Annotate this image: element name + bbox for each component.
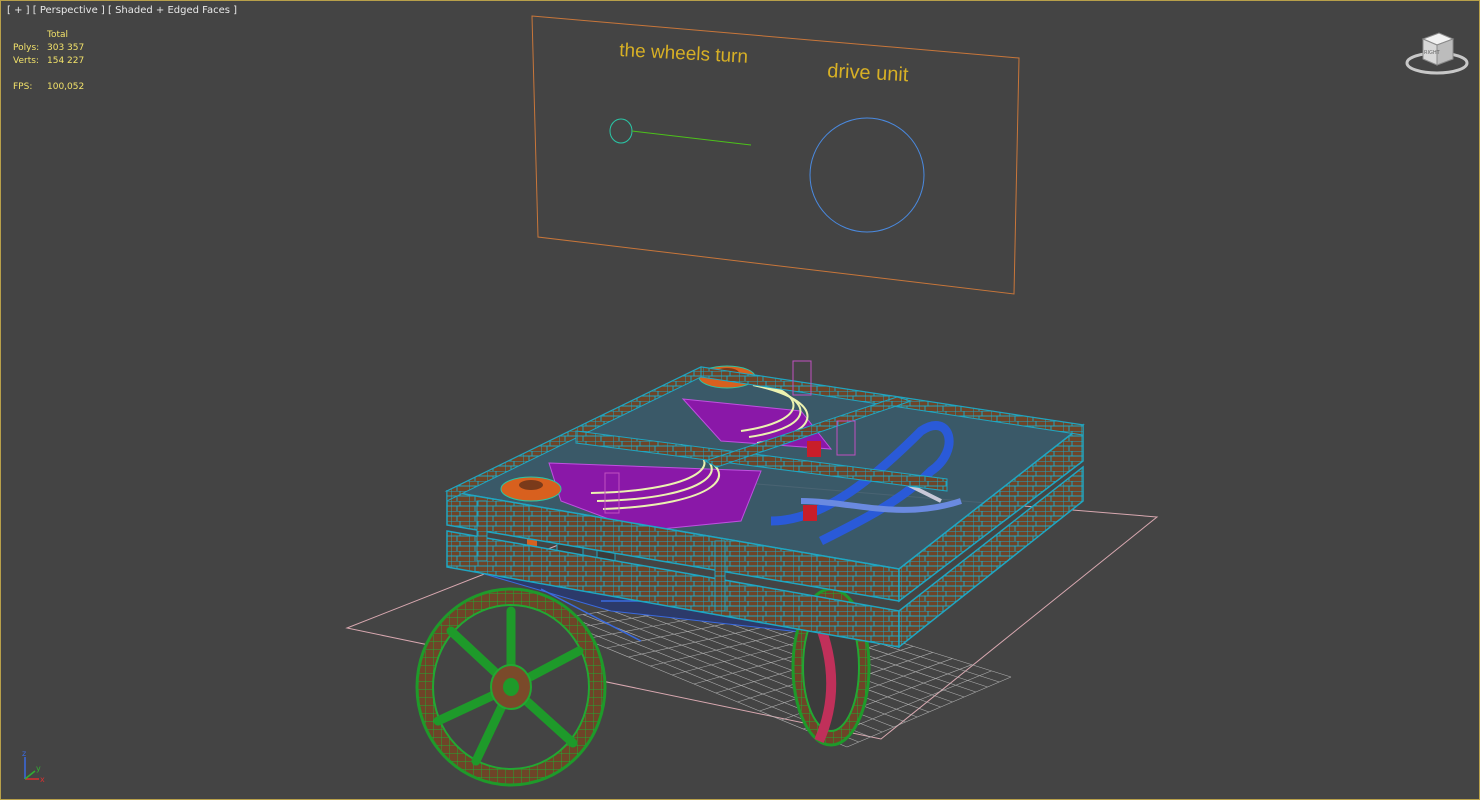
cart-model[interactable] — [415, 360, 1085, 787]
wheel-marker-circle[interactable] — [609, 118, 633, 144]
board-text-drive-unit: drive unit — [827, 60, 910, 86]
perspective-viewport[interactable]: [ + ] [ Perspective ] [ Shaded + Edged F… — [0, 0, 1480, 800]
axis-x-label: x — [40, 775, 45, 784]
viewcube-icon[interactable]: RIGHT — [1405, 27, 1469, 77]
front-left-wheel[interactable] — [415, 587, 607, 787]
drive-unit-circle[interactable] — [809, 117, 925, 233]
axis-y-label: y — [36, 764, 41, 773]
annotation-board[interactable]: the wheels turn drive unit — [531, 15, 1020, 295]
gear-bottom[interactable] — [500, 476, 562, 502]
viewcube-face-label: RIGHT — [1424, 50, 1441, 56]
scene-canvas[interactable]: the wheels turn drive unit — [1, 1, 1479, 799]
board-text-wheels-turn: the wheels turn — [619, 40, 749, 68]
wheel-marker-line[interactable] — [631, 130, 752, 146]
axis-z-label: z — [22, 749, 26, 758]
axis-tripod-icon: z x y — [22, 749, 45, 784]
